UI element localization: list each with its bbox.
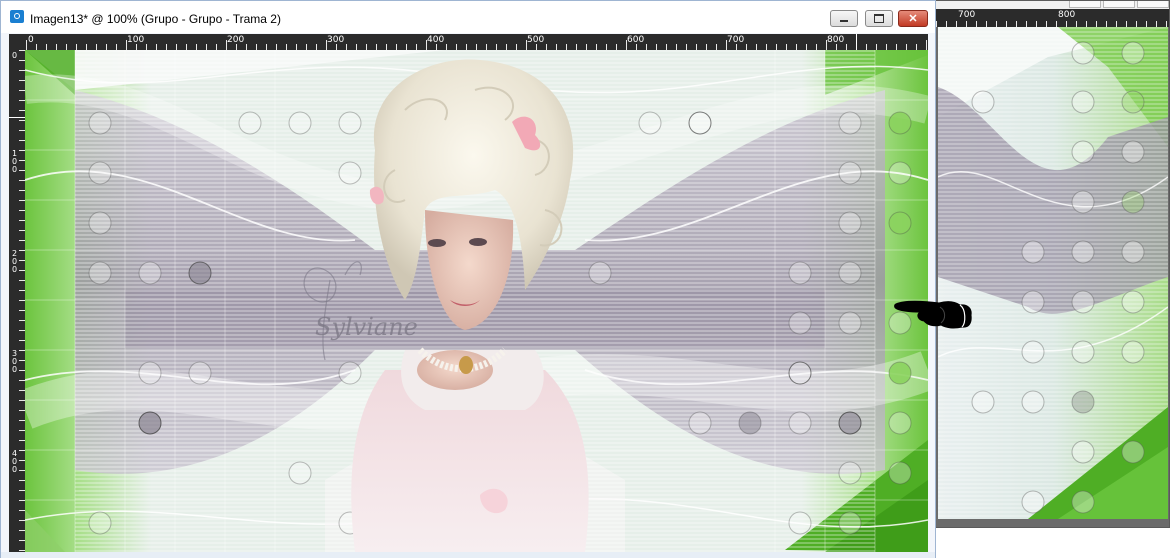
ruler-position-marker [9, 117, 25, 118]
window-bottom-border [1, 552, 935, 558]
ruler-position-marker [856, 34, 857, 50]
image-canvas[interactable]: Sylviane [25, 50, 928, 552]
maximize-button[interactable] [865, 10, 893, 27]
ruler-label: 1 0 0 [11, 149, 18, 174]
background-window-maximize-button[interactable] [1103, 1, 1135, 8]
ruler-label: 700 [958, 10, 976, 20]
watermark-text: Sylviane [315, 313, 418, 341]
background-canvas-artwork [938, 27, 1168, 519]
close-button[interactable]: ✕ [898, 10, 928, 27]
background-window-minimize-button[interactable] [1069, 1, 1101, 8]
window-titlebar[interactable]: Imagen13* @ 100% (Grupo - Grupo - Trama … [1, 1, 935, 33]
pointing-hand-icon [894, 300, 972, 329]
background-window-horizontal-ruler: 700 800 [936, 9, 1169, 27]
maximize-icon [874, 14, 884, 23]
background-window-titlebar[interactable] [936, 1, 1169, 9]
minimize-icon [840, 19, 848, 22]
ruler-label: 2 0 0 [11, 249, 18, 274]
ruler-label: 800 [1058, 10, 1076, 20]
horizontal-ruler[interactable]: 0 100 200 300 400 500 600 700 800 [9, 34, 928, 50]
vertical-ruler[interactable]: 0 1 0 0 2 0 0 3 0 0 4 0 0 [9, 50, 25, 552]
background-image-window[interactable]: 700 800 [935, 0, 1170, 528]
window-title: Imagen13* @ 100% (Grupo - Grupo - Trama … [30, 12, 281, 26]
minimize-button[interactable] [830, 10, 858, 27]
close-icon: ✕ [908, 13, 918, 25]
image-window[interactable]: Imagen13* @ 100% (Grupo - Grupo - Trama … [0, 0, 936, 558]
app-image-icon [10, 10, 24, 23]
ruler-label: 4 0 0 [11, 449, 18, 474]
canvas-artwork: Sylviane [25, 50, 928, 552]
ruler-label: 3 0 0 [11, 349, 18, 374]
background-window-canvas[interactable] [938, 27, 1168, 519]
background-window-close-button[interactable] [1137, 1, 1169, 8]
ruler-label: 0 [11, 51, 18, 60]
